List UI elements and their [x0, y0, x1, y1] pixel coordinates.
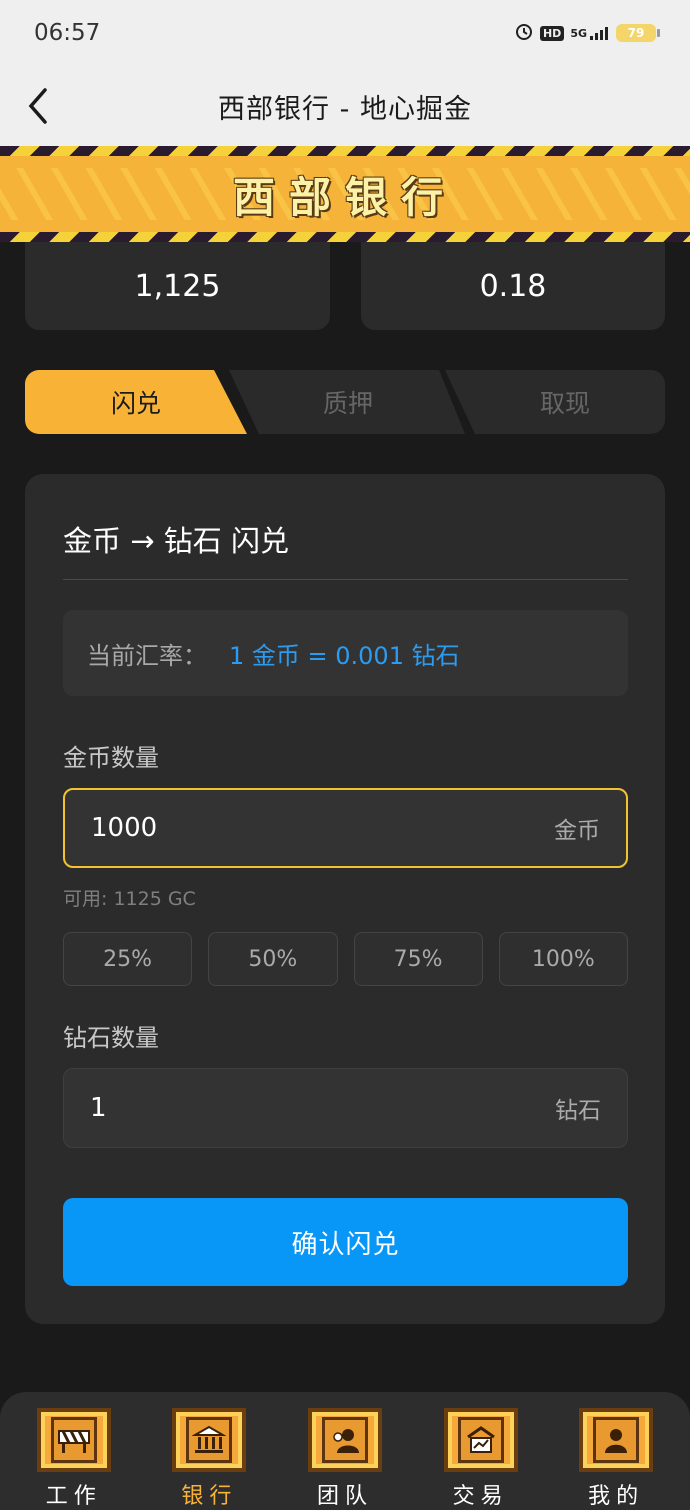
rate-label: 当前汇率： — [87, 641, 207, 670]
gold-balance-value: 1,125 — [134, 268, 221, 304]
panel-title: 金币 → 钻石 闪兑 — [63, 524, 289, 558]
diamond-balance-value: 0.18 — [479, 268, 547, 304]
available-balance: 可用: 1125 GC — [63, 888, 196, 910]
nav-item-bank[interactable]: 银行 — [149, 1408, 269, 1510]
barrier-icon — [36, 1408, 111, 1472]
hd-icon: HD — [539, 25, 565, 41]
nav-item-mine[interactable]: 我的 — [556, 1408, 676, 1510]
status-time: 06:57 — [34, 20, 101, 46]
team-icon — [307, 1408, 382, 1472]
tab-stake[interactable]: 质押 — [243, 370, 453, 434]
alarm-icon — [514, 21, 534, 45]
swap-panel: 金币 → 钻石 闪兑 当前汇率： 1 金币 = 0.001 钻石 金币数量 10… — [25, 474, 665, 1324]
bank-banner: 西部银行 — [0, 146, 690, 242]
divider — [63, 579, 628, 580]
nav-label-mine: 我的 — [588, 1484, 645, 1509]
bottom-nav: 工作 银行 团队 交易 我的 — [0, 1392, 690, 1510]
back-button[interactable] — [18, 84, 58, 128]
chevron-left-icon — [28, 88, 47, 124]
gold-balance-card: 1,125 — [25, 242, 330, 330]
trade-icon — [443, 1408, 518, 1472]
diamond-amount-value: 1 — [90, 1093, 107, 1123]
nav-item-trade[interactable]: 交易 — [421, 1408, 541, 1510]
percent-75-button[interactable]: 75% — [353, 932, 483, 986]
percent-100-button[interactable]: 100% — [498, 932, 628, 986]
banner-title: 西部银行 — [232, 173, 457, 222]
network-type: 5G — [570, 27, 587, 40]
percent-buttons: 25% 50% 75% 100% — [63, 932, 628, 986]
nav-label-trade: 交易 — [452, 1484, 509, 1509]
rate-value: 1 金币 = 0.001 钻石 — [229, 641, 460, 670]
profile-icon — [579, 1408, 654, 1472]
tab-withdraw[interactable]: 取现 — [465, 370, 665, 434]
percent-50-button[interactable]: 50% — [208, 932, 338, 986]
nav-label-bank: 银行 — [181, 1484, 238, 1509]
diamond-amount-label: 钻石数量 — [63, 1024, 159, 1052]
battery-icon: 79 — [616, 24, 660, 42]
status-bar: 06:57 HD 5G 79 — [0, 0, 690, 66]
status-icons: HD 5G 79 — [514, 21, 660, 45]
hazard-stripe — [0, 232, 690, 242]
nav-label-work: 工作 — [45, 1484, 102, 1509]
hazard-stripe — [0, 146, 690, 156]
tab-bar: 闪兑 质押 取现 — [25, 370, 665, 434]
diamond-balance-card: 0.18 — [361, 242, 665, 330]
diamond-amount-input[interactable]: 1 钻石 — [63, 1068, 628, 1148]
nav-bar: 西部银行 - 地心掘金 — [0, 66, 690, 146]
gold-amount-value: 1000 — [91, 813, 158, 843]
page-title: 西部银行 - 地心掘金 — [218, 93, 472, 125]
nav-label-team: 团队 — [316, 1484, 373, 1509]
percent-25-button[interactable]: 25% — [63, 932, 193, 986]
gold-amount-label: 金币数量 — [63, 744, 159, 772]
gold-amount-input[interactable]: 1000 金币 — [63, 788, 628, 868]
tab-swap[interactable]: 闪兑 — [25, 370, 247, 434]
exchange-rate-box: 当前汇率： 1 金币 = 0.001 钻石 — [63, 610, 628, 696]
gold-unit: 金币 — [554, 818, 600, 844]
diamond-unit: 钻石 — [555, 1098, 601, 1124]
signal-icon: 5G — [570, 26, 610, 40]
nav-item-work[interactable]: 工作 — [14, 1408, 134, 1510]
nav-item-team[interactable]: 团队 — [285, 1408, 405, 1510]
bank-icon — [172, 1408, 247, 1472]
confirm-swap-button[interactable]: 确认闪兑 — [63, 1198, 628, 1286]
